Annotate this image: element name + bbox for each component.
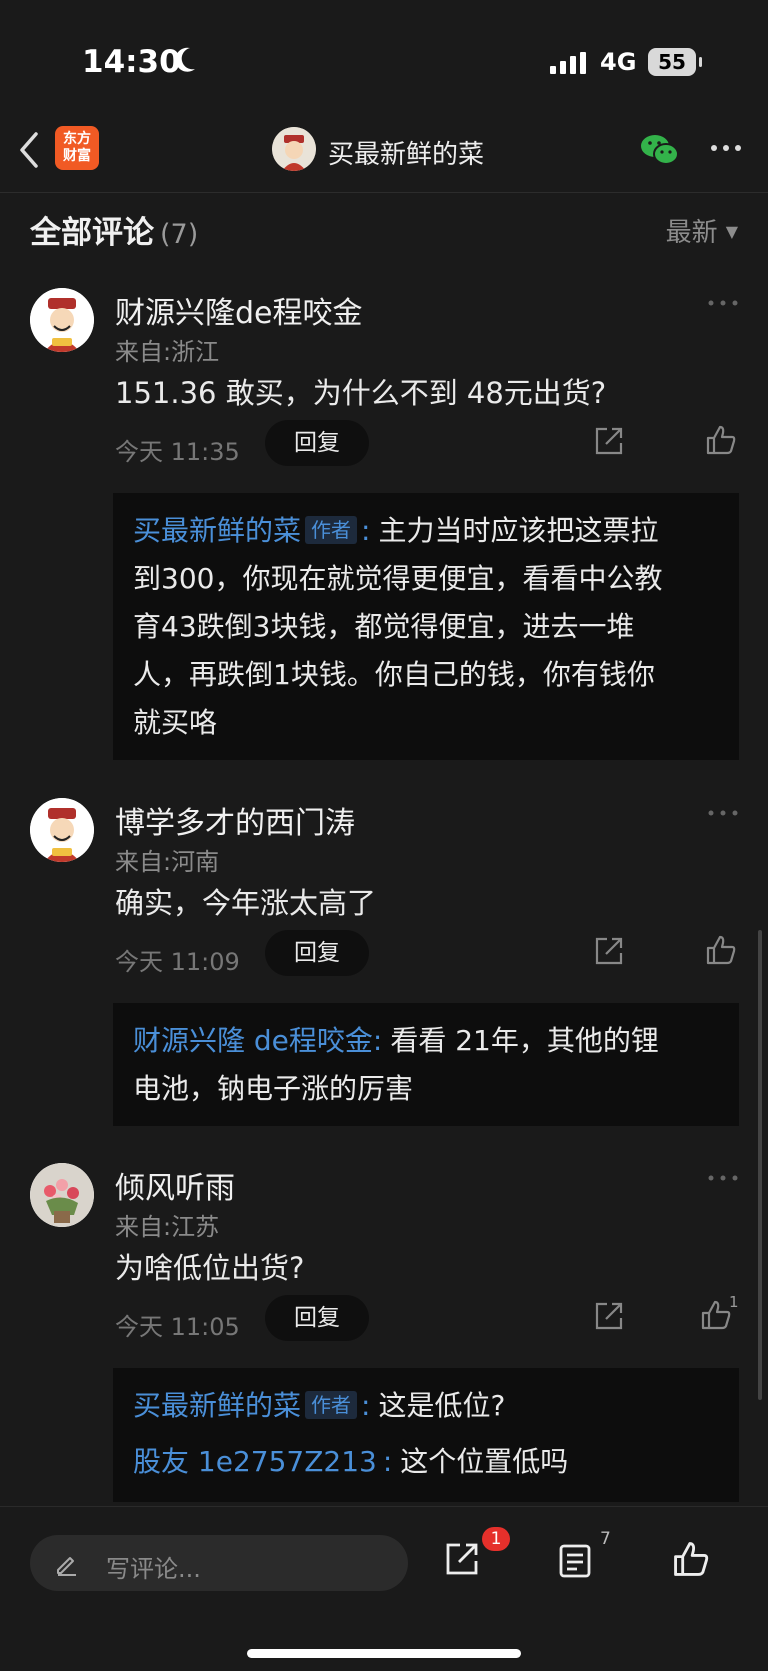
reply-author[interactable]: 股友 1e2757Z213 — [133, 1445, 377, 1478]
more-icon[interactable] — [708, 300, 738, 306]
like-count: 1 — [729, 1293, 739, 1311]
comment-text: 为啥低位出货? — [115, 1251, 305, 1285]
caret-down-icon: ▼ — [725, 222, 738, 241]
avatar-figure-icon — [272, 127, 316, 171]
status-time: 14:30 — [82, 44, 181, 80]
comment-time: 今天 11:09 — [115, 948, 240, 976]
location: 来自:河南 — [115, 848, 220, 876]
comment-list-icon[interactable] — [558, 1543, 592, 1579]
location: 来自:浙江 — [115, 338, 220, 366]
home-indicator[interactable] — [247, 1649, 521, 1658]
nav-bar: 东方 财富 买最新鲜的菜 — [0, 110, 768, 193]
username[interactable]: 博学多才的西门涛 — [115, 798, 355, 842]
reply-thread: 财源兴隆 de程咬金: 看看 21年，其他的锂 电池，钠电子涨的厉害 — [113, 1003, 739, 1126]
author-avatar[interactable] — [272, 127, 316, 171]
reply-text: 看看 21年，其他的锂 — [390, 1024, 659, 1057]
section-title: 全部评论 (7) — [30, 215, 199, 251]
back-icon[interactable] — [16, 130, 44, 170]
reply-text: 这是低位? — [378, 1389, 506, 1422]
status-bar: 14:30 4G 55 — [0, 0, 768, 110]
reply-button[interactable]: 回复 — [265, 1295, 369, 1341]
reply-item: 财源兴隆 de程咬金: 看看 21年，其他的锂 电池，钠电子涨的厉害 — [133, 1024, 659, 1105]
avatar[interactable] — [30, 798, 94, 862]
like-icon[interactable] — [705, 424, 737, 456]
like-icon[interactable] — [672, 1540, 710, 1578]
comment-input[interactable]: 写评论... — [30, 1535, 408, 1591]
reply-item: 买最新鲜的菜 作者: 这是低位? — [133, 1389, 506, 1422]
sort-dropdown[interactable]: 最新 ▼ — [666, 212, 738, 249]
share-icon[interactable] — [594, 1301, 624, 1331]
avatar[interactable] — [30, 288, 94, 352]
more-icon[interactable] — [708, 810, 738, 816]
brand-logo[interactable]: 东方 财富 — [55, 126, 99, 170]
comment-time: 今天 11:05 — [115, 1313, 240, 1341]
share-icon[interactable] — [594, 426, 624, 456]
reply-author[interactable]: 买最新鲜的菜 — [133, 514, 301, 547]
flower-avatar-icon — [30, 1163, 94, 1227]
reply-button[interactable]: 回复 — [265, 420, 369, 466]
signal-icon — [550, 52, 586, 74]
like-icon[interactable] — [705, 934, 737, 966]
avatar-figure-icon — [30, 288, 94, 352]
reply-thread: 买最新鲜的菜 作者: 主力当时应该把这票拉 到300，你现在就觉得更便宜，看看中公教… — [113, 493, 739, 760]
author-tag: 作者 — [305, 516, 358, 544]
nav-title: 买最新鲜的菜 — [328, 140, 485, 170]
pen-icon — [57, 1557, 76, 1576]
comment-count: (7) — [160, 219, 199, 250]
reply-button[interactable]: 回复 — [265, 930, 369, 976]
share-icon[interactable] — [594, 936, 624, 966]
username[interactable]: 倾风听雨 — [115, 1163, 235, 1207]
reply-text: 主力当时应该把这票拉 — [378, 514, 659, 547]
moon-icon — [175, 47, 195, 72]
network-type: 4G — [600, 48, 637, 76]
comment-placeholder: 写评论... — [106, 1555, 201, 1583]
comment-text: 确实，今年涨太高了 — [115, 886, 377, 920]
avatar[interactable] — [30, 1163, 94, 1227]
reply-author[interactable]: 买最新鲜的菜 — [133, 1389, 301, 1422]
reply-author[interactable]: 财源兴隆 de程咬金 — [133, 1024, 373, 1057]
more-icon[interactable] — [710, 144, 742, 152]
reply-item: 买最新鲜的菜 作者: 主力当时应该把这票拉 到300，你现在就觉得更便宜，看看中公教… — [133, 514, 663, 739]
share-badge: 1 — [482, 1527, 510, 1551]
scrollbar[interactable] — [758, 930, 762, 1400]
reply-thread: 买最新鲜的菜 作者: 这是低位? 股友 1e2757Z213: 这个位置低吗 — [113, 1368, 739, 1502]
bottom-bar: 写评论... 1 7 — [0, 1506, 768, 1671]
battery-icon: 55 — [648, 48, 702, 76]
reply-item: 股友 1e2757Z213: 这个位置低吗 — [133, 1445, 569, 1478]
wechat-icon[interactable] — [640, 132, 680, 168]
like-icon[interactable] — [700, 1299, 732, 1331]
avatar-figure-icon — [30, 798, 94, 862]
comment-time: 今天 11:35 — [115, 438, 240, 466]
comment-text: 151.36 敢买，为什么不到 48元出货? — [115, 376, 607, 410]
username[interactable]: 财源兴隆de程咬金 — [115, 288, 363, 332]
location: 来自:江苏 — [115, 1213, 220, 1241]
author-tag: 作者 — [305, 1391, 358, 1419]
reply-text: 这个位置低吗 — [400, 1445, 569, 1478]
more-icon[interactable] — [708, 1175, 738, 1181]
comment-count-badge: 7 — [600, 1529, 611, 1549]
share-icon[interactable] — [444, 1541, 480, 1577]
